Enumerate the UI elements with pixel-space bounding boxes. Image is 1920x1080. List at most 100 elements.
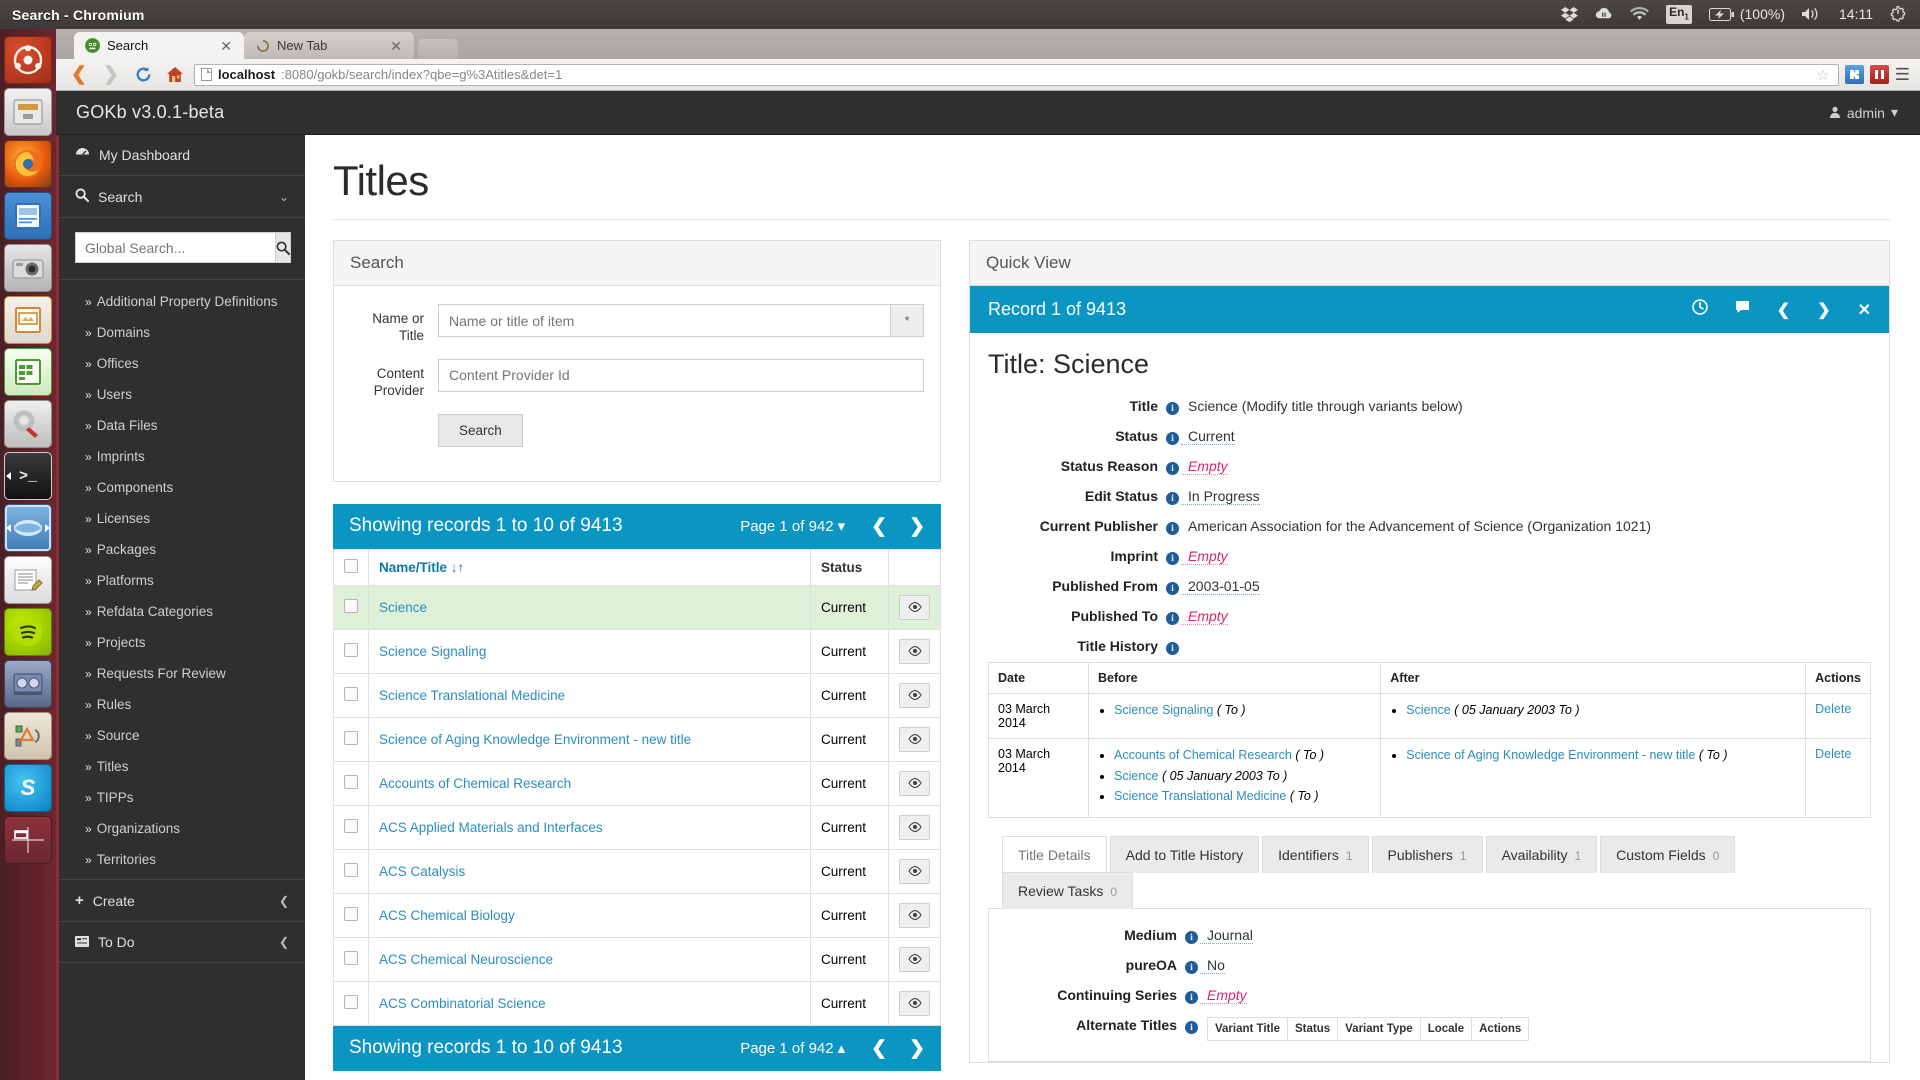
sidebar-section-todo[interactable]: To Do ❮: [59, 922, 305, 963]
info-icon[interactable]: i: [1166, 458, 1181, 476]
table-row[interactable]: Accounts of Chemical Research Current: [333, 760, 941, 806]
previous-record-button[interactable]: ❮: [1777, 300, 1790, 320]
eye-icon[interactable]: [899, 858, 930, 884]
sidebar-item-users[interactable]: » Users: [59, 379, 305, 410]
row-checkbox[interactable]: [344, 642, 358, 657]
field-value-imprint[interactable]: Empty: [1181, 548, 1228, 565]
launcher-terminal[interactable]: >_: [4, 452, 52, 500]
keyboard-layout-indicator[interactable]: En1: [1666, 4, 1692, 25]
sidebar-section-search[interactable]: Search ⌄: [59, 176, 305, 218]
column-header-name-title[interactable]: Name/Title ↓↑: [368, 548, 811, 586]
table-row[interactable]: ACS Applied Materials and Interfaces Cur…: [333, 804, 941, 850]
row-checkbox[interactable]: [344, 686, 358, 701]
row-checkbox-cell[interactable]: [333, 760, 369, 806]
history-link[interactable]: Science Translational Medicine: [1114, 789, 1286, 803]
launcher-libreoffice-writer[interactable]: [4, 192, 52, 240]
row-name-cell[interactable]: ACS Catalysis: [368, 848, 811, 894]
dropbox-icon[interactable]: [1561, 6, 1579, 22]
row-checkbox[interactable]: [344, 994, 358, 1009]
sidebar-item-titles[interactable]: » Titles: [59, 751, 305, 782]
sidebar-item-offices[interactable]: » Offices: [59, 348, 305, 379]
info-icon[interactable]: i: [1166, 428, 1181, 446]
prev-page-button-bottom[interactable]: ❮: [871, 1037, 887, 1060]
sidebar-item-packages[interactable]: » Packages: [59, 534, 305, 565]
row-checkbox-cell[interactable]: [333, 584, 369, 630]
field-value-pureoa[interactable]: No: [1200, 957, 1225, 974]
row-checkbox[interactable]: [344, 862, 358, 877]
sort-icon[interactable]: ↓↑: [451, 560, 465, 575]
field-value-edit-status[interactable]: In Progress: [1181, 488, 1260, 505]
history-delete-link[interactable]: Delete: [1815, 747, 1851, 761]
gear-power-icon[interactable]: [1890, 6, 1906, 23]
history-delete-link[interactable]: Delete: [1815, 702, 1851, 716]
row-name-link[interactable]: Science: [379, 600, 427, 615]
eye-icon[interactable]: [899, 682, 930, 708]
name-or-title-addon[interactable]: *: [891, 304, 924, 337]
row-view-cell[interactable]: [888, 936, 941, 982]
info-icon[interactable]: i: [1185, 987, 1200, 1005]
close-icon-2[interactable]: ✕: [390, 39, 402, 53]
row-name-link[interactable]: ACS Chemical Neuroscience: [379, 952, 553, 967]
next-record-button[interactable]: ❯: [1817, 300, 1830, 320]
launcher-gokb-app[interactable]: [4, 504, 52, 552]
row-checkbox[interactable]: [344, 774, 358, 789]
table-row[interactable]: ACS Combinatorial Science Current: [333, 980, 941, 1026]
row-checkbox-cell[interactable]: [333, 936, 369, 982]
row-name-cell[interactable]: Science: [368, 584, 811, 630]
close-icon[interactable]: ✕: [220, 39, 232, 53]
row-view-cell[interactable]: [888, 980, 941, 1026]
select-all-checkbox[interactable]: [344, 558, 358, 573]
launcher-dia-diagram[interactable]: [4, 712, 52, 760]
row-checkbox-cell[interactable]: [333, 672, 369, 718]
row-name-link[interactable]: Science of Aging Knowledge Environment -…: [379, 732, 691, 747]
sidebar-item-territories[interactable]: » Territories: [59, 844, 305, 875]
global-search-button[interactable]: [275, 232, 291, 263]
row-checkbox-cell[interactable]: [333, 980, 369, 1026]
row-view-cell[interactable]: [888, 848, 941, 894]
row-name-link[interactable]: ACS Chemical Biology: [379, 908, 515, 923]
search-button[interactable]: Search: [438, 413, 523, 447]
launcher-libreoffice-impress[interactable]: [4, 296, 52, 344]
field-value-medium[interactable]: Journal: [1200, 927, 1253, 944]
launcher-firefox[interactable]: [4, 140, 52, 188]
page-selector-top[interactable]: Page 1 of 942 ▾: [740, 517, 845, 536]
launcher-libreoffice-calc[interactable]: [4, 348, 52, 396]
extension-icon-2[interactable]: [1869, 65, 1889, 84]
info-icon[interactable]: i: [1185, 1017, 1200, 1035]
clock[interactable]: 14:11: [1839, 6, 1873, 22]
row-name-link[interactable]: Accounts of Chemical Research: [379, 776, 571, 791]
row-checkbox-cell[interactable]: [333, 848, 369, 894]
table-row[interactable]: ACS Chemical Biology Current: [333, 892, 941, 938]
sidebar-item-organizations[interactable]: » Organizations: [59, 813, 305, 844]
launcher-skype[interactable]: S: [4, 764, 52, 812]
next-page-button-top[interactable]: ❯: [909, 515, 925, 538]
row-checkbox[interactable]: [344, 818, 358, 833]
row-name-cell[interactable]: Accounts of Chemical Research: [368, 760, 811, 806]
row-name-cell[interactable]: Science of Aging Knowledge Environment -…: [368, 716, 811, 762]
sidebar-item-rules[interactable]: » Rules: [59, 689, 305, 720]
launcher-workspace-switcher[interactable]: [4, 816, 52, 864]
info-icon[interactable]: i: [1166, 548, 1181, 566]
reload-button[interactable]: [130, 62, 156, 88]
new-tab-button[interactable]: [418, 39, 458, 59]
info-icon[interactable]: i: [1166, 578, 1181, 596]
launcher-camera[interactable]: [4, 244, 52, 292]
row-checkbox[interactable]: [344, 950, 358, 965]
info-icon[interactable]: i: [1185, 927, 1200, 945]
global-search-input[interactable]: [75, 232, 275, 263]
row-checkbox-cell[interactable]: [333, 628, 369, 674]
table-row[interactable]: Science of Aging Knowledge Environment -…: [333, 716, 941, 762]
history-link[interactable]: Science of Aging Knowledge Environment -…: [1406, 748, 1695, 762]
cloud-icon[interactable]: [1595, 7, 1613, 21]
sidebar-item-imprints[interactable]: » Imprints: [59, 441, 305, 472]
history-link[interactable]: Science Signaling: [1114, 703, 1213, 717]
browser-menu-icon[interactable]: ☰: [1895, 66, 1910, 83]
wifi-icon[interactable]: [1630, 7, 1650, 21]
browser-tab-search[interactable]: Search ✕: [74, 32, 244, 59]
launcher-files[interactable]: [4, 88, 52, 136]
eye-icon[interactable]: [899, 594, 930, 620]
tab-publishers[interactable]: Publishers 1: [1371, 835, 1483, 873]
row-checkbox[interactable]: [344, 598, 358, 613]
back-button[interactable]: ❮: [66, 62, 92, 88]
row-name-link[interactable]: ACS Catalysis: [379, 864, 465, 879]
